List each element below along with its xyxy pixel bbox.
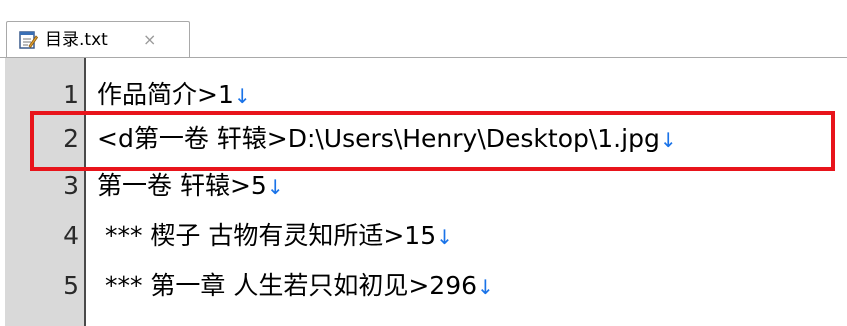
editor-line[interactable]: 5 *** 第一章 人生若只如初见>296↓ — [0, 264, 847, 308]
editor-line[interactable]: 4 *** 楔子 古物有灵知所适>15↓ — [0, 214, 847, 258]
eol-arrow-icon: ↓ — [233, 84, 251, 108]
line-number: 4 — [63, 221, 79, 250]
line-number: 5 — [63, 271, 79, 300]
tab-file[interactable]: 目录.txt × — [6, 21, 190, 58]
close-icon[interactable]: × — [143, 29, 156, 51]
tab-bar: 目录.txt × — [0, 0, 847, 58]
notepad-icon — [19, 31, 38, 49]
line-text: *** 楔子 古物有灵知所适>15↓ — [97, 221, 453, 250]
text-editor[interactable]: 1 作品简介>1↓ 2 <d第一卷 轩辕>D:\Users\Henry\Desk… — [0, 58, 847, 326]
eol-arrow-icon: ↓ — [266, 175, 284, 199]
highlight-box — [30, 111, 835, 171]
eol-arrow-icon: ↓ — [477, 275, 494, 299]
tab-title: 目录.txt — [45, 30, 108, 50]
eol-arrow-icon: ↓ — [436, 225, 453, 249]
line-text: *** 第一章 人生若只如初见>296↓ — [97, 271, 494, 300]
